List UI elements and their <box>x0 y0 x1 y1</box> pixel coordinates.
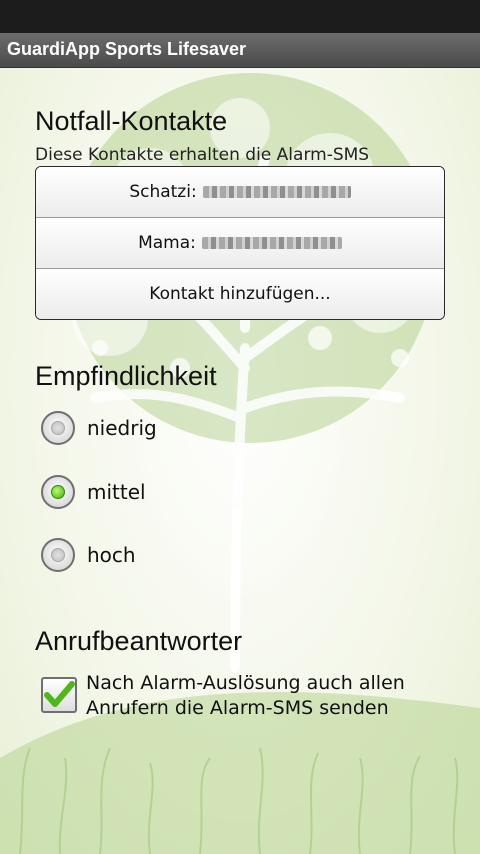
contact-label: Schatzi: <box>129 182 197 202</box>
app-title: GuardiApp Sports Lifesaver <box>7 39 247 59</box>
contact-item-schatzi[interactable]: Schatzi: <box>36 167 444 218</box>
contacts-subtitle: Diese Kontakte erhalten die Alarm-SMS <box>35 145 370 165</box>
sms-reply-checkbox[interactable] <box>41 677 77 713</box>
contact-item-mama[interactable]: Mama: <box>36 218 444 269</box>
radio-label: mittel <box>87 480 146 504</box>
radio-option-niedrig[interactable]: niedrig <box>41 409 157 447</box>
radio-label: hoch <box>87 543 136 567</box>
radio-label: niedrig <box>87 416 157 440</box>
radio-button[interactable] <box>41 538 75 572</box>
sensitivity-heading: Empfindlichkeit <box>35 361 217 391</box>
radio-button-selected[interactable] <box>41 475 75 509</box>
settings-screen[interactable]: Notfall-Kontakte Diese Kontakte erhalten… <box>0 68 480 854</box>
contacts-list: Schatzi: Mama: Kontakt hinzufügen... <box>35 166 445 320</box>
redacted-phone-number <box>201 237 342 249</box>
contacts-heading: Notfall-Kontakte <box>35 106 228 136</box>
contact-label: Mama: <box>138 233 196 253</box>
status-bar <box>0 0 480 33</box>
app-title-bar: GuardiApp Sports Lifesaver <box>0 33 480 68</box>
add-contact-button[interactable]: Kontakt hinzufügen... <box>36 269 444 319</box>
checkmark-icon <box>44 681 75 707</box>
radio-option-hoch[interactable]: hoch <box>41 536 136 574</box>
radio-option-mittel[interactable]: mittel <box>41 473 146 511</box>
answering-machine-heading: Anrufbeantworter <box>35 626 243 656</box>
radio-button[interactable] <box>41 411 75 445</box>
redacted-phone-number <box>202 186 351 198</box>
sms-reply-checkbox-label[interactable]: Nach Alarm-Auslösung auch allen Anrufern… <box>86 671 446 721</box>
add-contact-label: Kontakt hinzufügen... <box>149 284 331 304</box>
